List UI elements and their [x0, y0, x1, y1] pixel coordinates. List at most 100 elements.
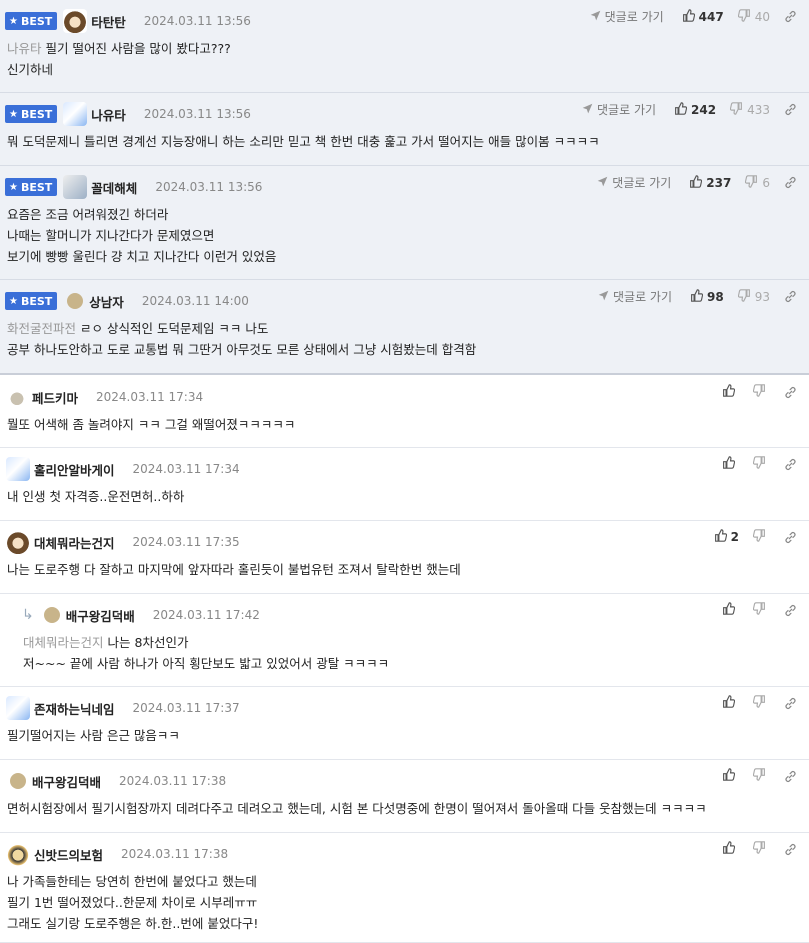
- comment-date: 2024.03.11 14:00: [141, 294, 249, 308]
- link-icon[interactable]: [784, 103, 797, 116]
- upvote-button[interactable]: [722, 456, 739, 472]
- comment-header: ★ BEST 상남자 2024.03.11 14:00: [0, 290, 249, 312]
- quoted-nickname[interactable]: 나유타: [7, 41, 42, 56]
- thumbs-up-icon: [722, 841, 739, 857]
- upvote-button[interactable]: [722, 602, 739, 618]
- star-icon: ★: [9, 181, 18, 193]
- author-nickname[interactable]: 존재하는닉네임: [34, 699, 115, 718]
- comment-date: 2024.03.11 17:42: [152, 608, 260, 622]
- comment-line: 나는 도로주행 다 잘하고 마지막에 앞자따라 홀린듯이 불법유턴 조져서 탈락…: [7, 559, 461, 580]
- comment-line: 저~~~ 끝에 사람 하나가 아직 횡단보도 밟고 있었어서 광탈 ㅋㅋㅋㅋ: [23, 653, 389, 674]
- author-nickname[interactable]: 배구왕김덕배: [32, 772, 101, 791]
- downvote-button[interactable]: 433: [729, 101, 770, 118]
- comment-actions: [722, 695, 797, 711]
- send-icon: [590, 10, 605, 24]
- quoted-nickname[interactable]: 화전굴전파전: [7, 321, 76, 336]
- comment: 페드키마 2024.03.11 17:34 뭘또 어색해 좀 놀려야지 ㅋㅋ 그걸 …: [0, 376, 809, 448]
- upvote-button[interactable]: [722, 695, 739, 711]
- upvote-button[interactable]: 2: [714, 529, 739, 545]
- comment-line: 화전굴전파전 ㄹㅇ 상식적인 도덕문제임 ㅋㅋ 나도: [7, 318, 476, 339]
- comment-date: 2024.03.11 17:38: [119, 774, 227, 788]
- comment-line: 나유타 필기 떨어진 사람을 많이 봤다고???: [7, 38, 231, 59]
- author-nickname[interactable]: 페드키마: [32, 388, 78, 407]
- comment-actions: [722, 602, 797, 618]
- comment-line: 신기하네: [7, 59, 231, 80]
- author-nickname[interactable]: 나유타: [91, 105, 126, 124]
- comment-actions: 댓글로 가기 98 93: [598, 288, 797, 305]
- thumbs-down-icon: [752, 384, 770, 400]
- best-badge: ★ BEST: [5, 105, 58, 123]
- thumbs-down-icon: [752, 602, 770, 618]
- go-to-comment-link[interactable]: 댓글로 가기: [598, 288, 672, 305]
- comment-line: 나 가족들한테는 당연히 한번에 붙었다고 했는데: [7, 871, 258, 892]
- upvote-button[interactable]: 98: [690, 288, 724, 305]
- downvote-button[interactable]: [752, 456, 770, 472]
- go-to-comment-link[interactable]: 댓글로 가기: [590, 8, 664, 25]
- comment-header: ↳ 배구왕김덕배 2024.03.11 17:42: [22, 604, 260, 626]
- quoted-nickname[interactable]: 대체뭐라는건지: [23, 635, 104, 650]
- author-nickname[interactable]: 배구왕김덕배: [66, 606, 135, 625]
- downvote-button[interactable]: [752, 384, 770, 400]
- author-nickname[interactable]: 홀리안알바게이: [34, 460, 115, 479]
- comment-actions: [722, 384, 797, 400]
- link-icon[interactable]: [784, 770, 797, 783]
- comment-actions: 댓글로 가기 237 6: [597, 174, 797, 191]
- author-nickname[interactable]: 꼴데해체: [91, 178, 137, 197]
- upvote-button[interactable]: 242: [674, 101, 716, 118]
- upvote-button[interactable]: 237: [689, 174, 731, 191]
- thumbs-up-icon: [722, 456, 739, 472]
- comment-line-text: 필기떨어지는 사람 은근 많음ㅋㅋ: [7, 728, 180, 743]
- comment-line: 필기 1번 떨어졌었다..한문제 차이로 시부레ㅠㅠ: [7, 892, 258, 913]
- link-icon[interactable]: [784, 531, 797, 544]
- comment-text: 나유타 필기 떨어진 사람을 많이 봤다고??? 신기하네: [7, 38, 231, 80]
- comment-line: 뭐 도덕문제니 틀리면 경계선 지능장애니 하는 소리만 믿고 책 한번 대충 …: [7, 131, 600, 152]
- upvote-count: 98: [707, 289, 724, 304]
- thumbs-down-icon: [752, 456, 770, 472]
- author-nickname[interactable]: 타탄탄: [91, 12, 126, 31]
- comment-line: 요즘은 조금 어려워졌긴 하더라: [7, 204, 276, 225]
- comment-text: 뭐 도덕문제니 틀리면 경계선 지능장애니 하는 소리만 믿고 책 한번 대충 …: [7, 131, 600, 152]
- thumbs-up-icon: [690, 288, 707, 305]
- downvote-button[interactable]: [752, 602, 770, 618]
- author-nickname[interactable]: 신밧드의보험: [34, 845, 103, 864]
- downvote-button[interactable]: [752, 529, 770, 545]
- thumbs-down-icon: [752, 768, 770, 784]
- author-nickname[interactable]: 상남자: [89, 292, 124, 311]
- author-nickname[interactable]: 대체뭐라는건지: [34, 533, 115, 552]
- downvote-button[interactable]: 40: [737, 8, 770, 25]
- link-icon[interactable]: [784, 458, 797, 471]
- thumbs-down-icon: [745, 174, 762, 191]
- link-icon[interactable]: [784, 290, 797, 303]
- upvote-button[interactable]: 447: [682, 8, 724, 25]
- best-badge: ★ BEST: [5, 178, 58, 196]
- upvote-button[interactable]: [722, 841, 739, 857]
- comment-date: 2024.03.11 13:56: [143, 14, 251, 28]
- link-icon[interactable]: [784, 697, 797, 710]
- upvote-button[interactable]: [722, 384, 739, 400]
- circle-avatar: [10, 773, 26, 789]
- go-to-comment-link[interactable]: 댓글로 가기: [582, 101, 656, 118]
- link-icon[interactable]: [784, 176, 797, 189]
- downvote-button[interactable]: [752, 768, 770, 784]
- comment-actions: 2: [714, 529, 797, 545]
- send-icon: [582, 103, 597, 117]
- link-icon[interactable]: [784, 843, 797, 856]
- link-icon[interactable]: [784, 386, 797, 399]
- best-comment: ★ BEST 타탄탄 2024.03.11 13:56 댓글로 가기 447 40 나유타 필기…: [0, 0, 809, 93]
- link-icon[interactable]: [784, 10, 797, 23]
- go-to-comment-link[interactable]: 댓글로 가기: [597, 174, 671, 191]
- thumbs-down-icon: [752, 695, 770, 711]
- comment-line-text: 나 가족들한테는 당연히 한번에 붙었다고 했는데: [7, 874, 257, 889]
- thumbs-up-icon: [722, 384, 739, 400]
- thumbs-down-icon: [737, 8, 755, 25]
- downvote-button[interactable]: [752, 841, 770, 857]
- dog-avatar: [63, 102, 88, 126]
- downvote-button[interactable]: 93: [737, 288, 770, 305]
- downvote-button[interactable]: 6: [745, 174, 770, 191]
- upvote-button[interactable]: [722, 768, 739, 784]
- link-icon[interactable]: [784, 604, 797, 617]
- dog-avatar: [6, 457, 30, 481]
- downvote-button[interactable]: [752, 695, 770, 711]
- best-badge: ★ BEST: [5, 292, 58, 310]
- comment-header: 존재하는닉네임 2024.03.11 17:37: [6, 696, 240, 720]
